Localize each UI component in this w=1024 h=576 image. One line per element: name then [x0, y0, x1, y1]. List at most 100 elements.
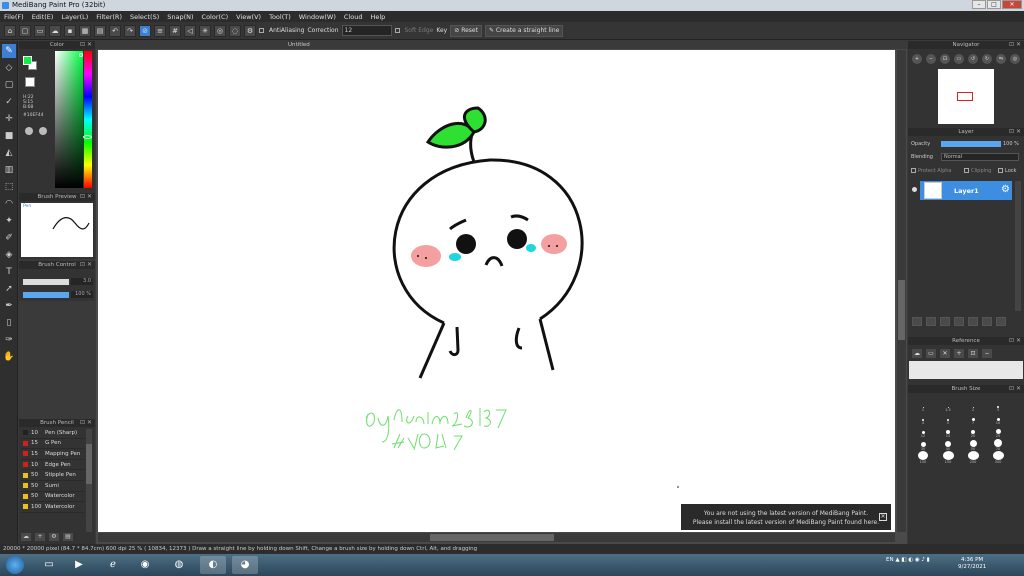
brush-cloud-icon[interactable]: ☁ [21, 533, 31, 541]
brush-size-option[interactable]: 30 [912, 438, 934, 451]
layer-menu-icon[interactable] [954, 317, 964, 326]
eyedropper-tool-icon[interactable]: ✒ [2, 299, 16, 313]
snap-curve-icon[interactable]: ◌ [229, 24, 241, 37]
brush-size-option[interactable]: 1.5 [937, 399, 959, 412]
soft-edge-checkbox[interactable] [394, 28, 400, 33]
hand-tool-icon[interactable]: ✋ [2, 350, 16, 364]
snap-circle-icon[interactable]: ◎ [214, 24, 226, 37]
saturation-value-picker[interactable] [55, 51, 83, 188]
divide-tool-icon[interactable]: ▯ [2, 316, 16, 330]
fit-window-icon[interactable]: ⊡ [940, 54, 950, 64]
brush-size-slider[interactable] [23, 279, 69, 285]
navigator-thumbnail[interactable] [938, 69, 994, 124]
menu-snap[interactable]: Snap(N) [167, 13, 193, 21]
layer-visibility-icon[interactable] [912, 187, 917, 192]
protect-alpha-option[interactable]: Protect Alpha [911, 168, 951, 174]
reference-cloud-icon[interactable]: ☁ [912, 349, 922, 358]
document-tab[interactable]: Untitled [96, 41, 907, 49]
layer-list-scrollbar[interactable] [1015, 181, 1021, 311]
hue-slider[interactable] [84, 51, 92, 188]
lock-option[interactable]: Lock [998, 168, 1016, 174]
clipping-option[interactable]: Clipping [964, 168, 991, 174]
brush-list-item[interactable]: 10 Edge Pen [21, 460, 85, 471]
snap-perspective-icon[interactable]: ◁ [184, 24, 196, 37]
brush-list-item[interactable]: 50 Stipple Pen [21, 470, 85, 481]
snap-grid-icon[interactable]: # [169, 24, 181, 37]
eraser-tool-icon[interactable]: ◇ [2, 61, 16, 75]
text-tool-icon[interactable]: T [2, 265, 16, 279]
select-eraser-tool-icon[interactable]: ◈ [2, 248, 16, 262]
menu-help[interactable]: Help [370, 13, 385, 21]
menu-window[interactable]: Window(W) [299, 13, 336, 21]
close-button[interactable]: ✕ [1002, 0, 1022, 9]
save-icon[interactable]: ▪ [64, 24, 76, 37]
actual-size-icon[interactable]: ▭ [954, 54, 964, 64]
snap-radial-icon[interactable]: ✳ [199, 24, 211, 37]
reference-open-icon[interactable]: ▭ [926, 349, 936, 358]
chrome-icon[interactable]: ◍ [166, 556, 192, 574]
brush-size-option[interactable]: 15 [937, 425, 959, 438]
navigator-viewport-box[interactable] [957, 92, 973, 101]
menu-select[interactable]: Select(S) [130, 13, 159, 21]
blending-select[interactable]: Normal [941, 153, 1019, 161]
brush-size-option[interactable]: 100 [912, 451, 934, 464]
brush-list-item[interactable]: 50 Watercolor [21, 492, 85, 503]
brush-size-option[interactable]: 70 [987, 438, 1009, 451]
correction-select[interactable]: 12 [341, 25, 392, 36]
brush-delete-icon[interactable]: ▤ [63, 533, 73, 541]
redo-icon[interactable]: ↷ [124, 24, 136, 37]
zalo-icon[interactable]: ◐ [200, 556, 226, 574]
brush-size-value[interactable]: 3.0 [71, 278, 93, 285]
lock-checkbox[interactable] [998, 168, 1003, 173]
language-indicator[interactable]: EN [886, 557, 894, 563]
grid-icon[interactable]: ▦ [79, 24, 91, 37]
panel-close-icon[interactable]: ⊡ ✕ [80, 193, 92, 201]
shape-tool-icon[interactable]: ■ [2, 129, 16, 143]
brush-settings-icon[interactable]: ⚙ [49, 533, 59, 541]
brush-list-item[interactable]: 15 G Pen [21, 439, 85, 450]
panel-close-icon[interactable]: ⊡ ✕ [1009, 128, 1021, 136]
layer-opacity-slider[interactable] [941, 141, 1001, 147]
brush-size-option[interactable]: 150 [937, 451, 959, 464]
transparent-color-swatch[interactable] [25, 77, 35, 87]
brush-list-item[interactable]: 15 Mapping Pen [21, 449, 85, 460]
reference-fit-icon[interactable]: ⊡ [968, 349, 978, 358]
panel-close-icon[interactable]: ⊡ ✕ [80, 261, 92, 269]
new-file-icon[interactable]: ▢ [19, 24, 31, 37]
medibang-icon[interactable]: ◕ [232, 556, 258, 574]
operation-tool-icon[interactable]: ➚ [2, 282, 16, 296]
fill-tool-icon[interactable]: ◭ [2, 146, 16, 160]
brush-size-option[interactable]: 300 [987, 451, 1009, 464]
color-palette-icon[interactable] [39, 127, 47, 135]
menu-tool[interactable]: Tool(T) [269, 13, 291, 21]
green-app-icon[interactable]: ◉ [132, 556, 158, 574]
reference-close-icon[interactable]: ✕ [940, 349, 950, 358]
create-straight-line-button[interactable]: ✎ Create a straight line [484, 24, 564, 37]
brush-size-option[interactable]: 50 [962, 438, 984, 451]
brush-size-option[interactable]: 3 [987, 399, 1009, 412]
reference-view[interactable] [909, 361, 1023, 379]
reference-zoom-in-icon[interactable]: + [954, 349, 964, 358]
canvas-horizontal-scrollbar[interactable] [98, 533, 895, 542]
brush-size-option[interactable]: 25 [987, 425, 1009, 438]
open-file-icon[interactable]: ▭ [34, 24, 46, 37]
file-explorer-icon[interactable]: ▭ [36, 556, 62, 574]
menu-cloud[interactable]: Cloud [344, 13, 363, 21]
home-icon[interactable]: ⌂ [4, 24, 16, 37]
new-folder-icon[interactable] [968, 317, 978, 326]
brush-size-option[interactable]: 200 [962, 451, 984, 464]
snap-off-icon[interactable]: ⊘ [139, 24, 151, 37]
gradient-tool-icon[interactable]: ▥ [2, 163, 16, 177]
menu-color[interactable]: Color(C) [202, 13, 229, 21]
new-halftone-layer-icon[interactable] [926, 317, 936, 326]
brush-size-option[interactable]: 7 [962, 412, 984, 425]
brush-size-option[interactable]: 40 [937, 438, 959, 451]
menu-layer[interactable]: Layer(L) [61, 13, 88, 21]
brush-size-option[interactable]: 4 [912, 412, 934, 425]
duplicate-layer-icon[interactable] [996, 317, 1006, 326]
color-wheel-icon[interactable] [25, 127, 33, 135]
select-pen-tool-icon[interactable]: ✐ [2, 231, 16, 245]
zoom-in-icon[interactable]: + [912, 54, 922, 64]
brush-size-option[interactable]: 5 [937, 412, 959, 425]
brush-size-option[interactable]: 1 [912, 399, 934, 412]
